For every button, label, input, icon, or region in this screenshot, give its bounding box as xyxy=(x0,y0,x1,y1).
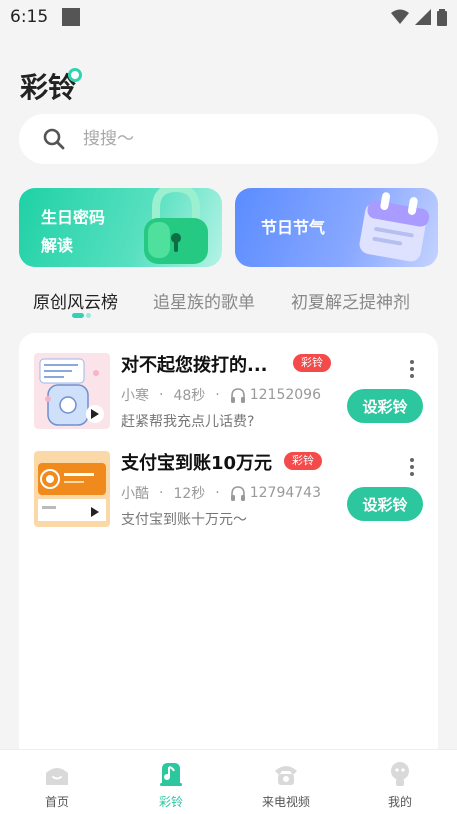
phone-icon xyxy=(275,766,297,785)
song-duration: 48秒 xyxy=(173,388,206,404)
set-ringtone-button[interactable]: 设彩铃 xyxy=(347,487,423,521)
nav-label: 彩铃 xyxy=(158,795,183,809)
search-input[interactable] xyxy=(83,129,403,149)
title-decoration-icon xyxy=(68,68,82,82)
banner-subtitle: 解读 xyxy=(41,236,74,255)
tab-summer-refresh[interactable]: 初夏解乏提神剂 xyxy=(291,288,410,313)
play-button[interactable] xyxy=(86,405,104,423)
profile-icon xyxy=(391,762,409,786)
song-meta: 小酷 · 12秒 · 12794743 xyxy=(121,485,321,502)
song-artist: 小酷 xyxy=(121,486,149,502)
banner-title: 节日节气 xyxy=(261,218,326,237)
nav-label: 来电视频 xyxy=(261,795,310,809)
play-icon xyxy=(91,409,99,419)
song-cover[interactable] xyxy=(34,451,110,527)
category-tabs: 原创风云榜 追星族的歌单 初夏解乏提神剂 xyxy=(0,280,457,320)
search-bar[interactable] xyxy=(19,114,438,164)
status-time: 6:15 xyxy=(10,7,49,27)
more-icon[interactable] xyxy=(409,359,415,379)
play-button[interactable] xyxy=(86,503,104,521)
lock-icon xyxy=(144,188,208,264)
set-ringtone-button[interactable]: 设彩铃 xyxy=(347,389,423,423)
status-bar: 6:15 xyxy=(0,0,457,34)
song-play-count: 12152096 xyxy=(249,387,321,403)
tab-fan-playlist[interactable]: 追星族的歌单 xyxy=(153,288,255,313)
nav-label: 首页 xyxy=(44,795,69,809)
nav-label: 我的 xyxy=(387,795,412,809)
bottom-nav: 首页 彩铃 来电视频 我的 xyxy=(0,749,457,814)
list-item[interactable]: 对不起您拨打的... 彩铃 小寒 · 48秒 · 12152096 赶紧帮我充点… xyxy=(19,351,438,441)
nav-profile[interactable]: 我的 xyxy=(360,750,440,814)
ringtone-badge: 彩铃 xyxy=(293,354,331,372)
notification-icon xyxy=(62,8,81,26)
song-duration: 12秒 xyxy=(173,486,206,502)
tab-original-chart[interactable]: 原创风云榜 xyxy=(33,288,118,313)
song-list: 对不起您拨打的... 彩铃 小寒 · 48秒 · 12152096 赶紧帮我充点… xyxy=(19,333,438,763)
calendar-icon xyxy=(359,192,430,262)
battery-icon xyxy=(437,8,447,26)
tab-indicator xyxy=(72,313,91,318)
more-icon[interactable] xyxy=(409,457,415,477)
headphones-icon xyxy=(230,485,245,501)
song-artist: 小寒 xyxy=(121,388,149,404)
search-icon xyxy=(43,128,65,150)
nav-call-video[interactable]: 来电视频 xyxy=(246,750,326,814)
banner-birthday-code[interactable]: 生日密码 解读 xyxy=(19,188,222,267)
play-icon xyxy=(91,507,99,517)
ringtone-badge: 彩铃 xyxy=(284,452,322,470)
nav-home[interactable]: 首页 xyxy=(17,750,97,814)
banner-festival[interactable]: 节日节气 xyxy=(235,188,438,267)
song-title: 对不起您拨打的... xyxy=(121,355,268,376)
song-title: 支付宝到账10万元 xyxy=(121,453,273,474)
song-play-count: 12794743 xyxy=(249,485,321,501)
song-description: 支付宝到账十万元～ xyxy=(121,512,247,528)
song-description: 赶紧帮我充点儿话费? xyxy=(121,414,255,430)
song-meta: 小寒 · 48秒 · 12152096 xyxy=(121,387,321,404)
banner-title: 生日密码 xyxy=(41,208,106,227)
signal-icon xyxy=(415,9,431,25)
headphones-icon xyxy=(230,387,245,403)
song-cover[interactable] xyxy=(34,353,110,429)
ringtone-icon xyxy=(160,763,182,786)
list-item[interactable]: 支付宝到账10万元 彩铃 小酷 · 12秒 · 12794743 支付宝到账十万… xyxy=(19,449,438,539)
wifi-icon xyxy=(391,9,409,24)
home-icon xyxy=(46,768,68,785)
nav-ringtone[interactable]: 彩铃 xyxy=(131,750,211,814)
